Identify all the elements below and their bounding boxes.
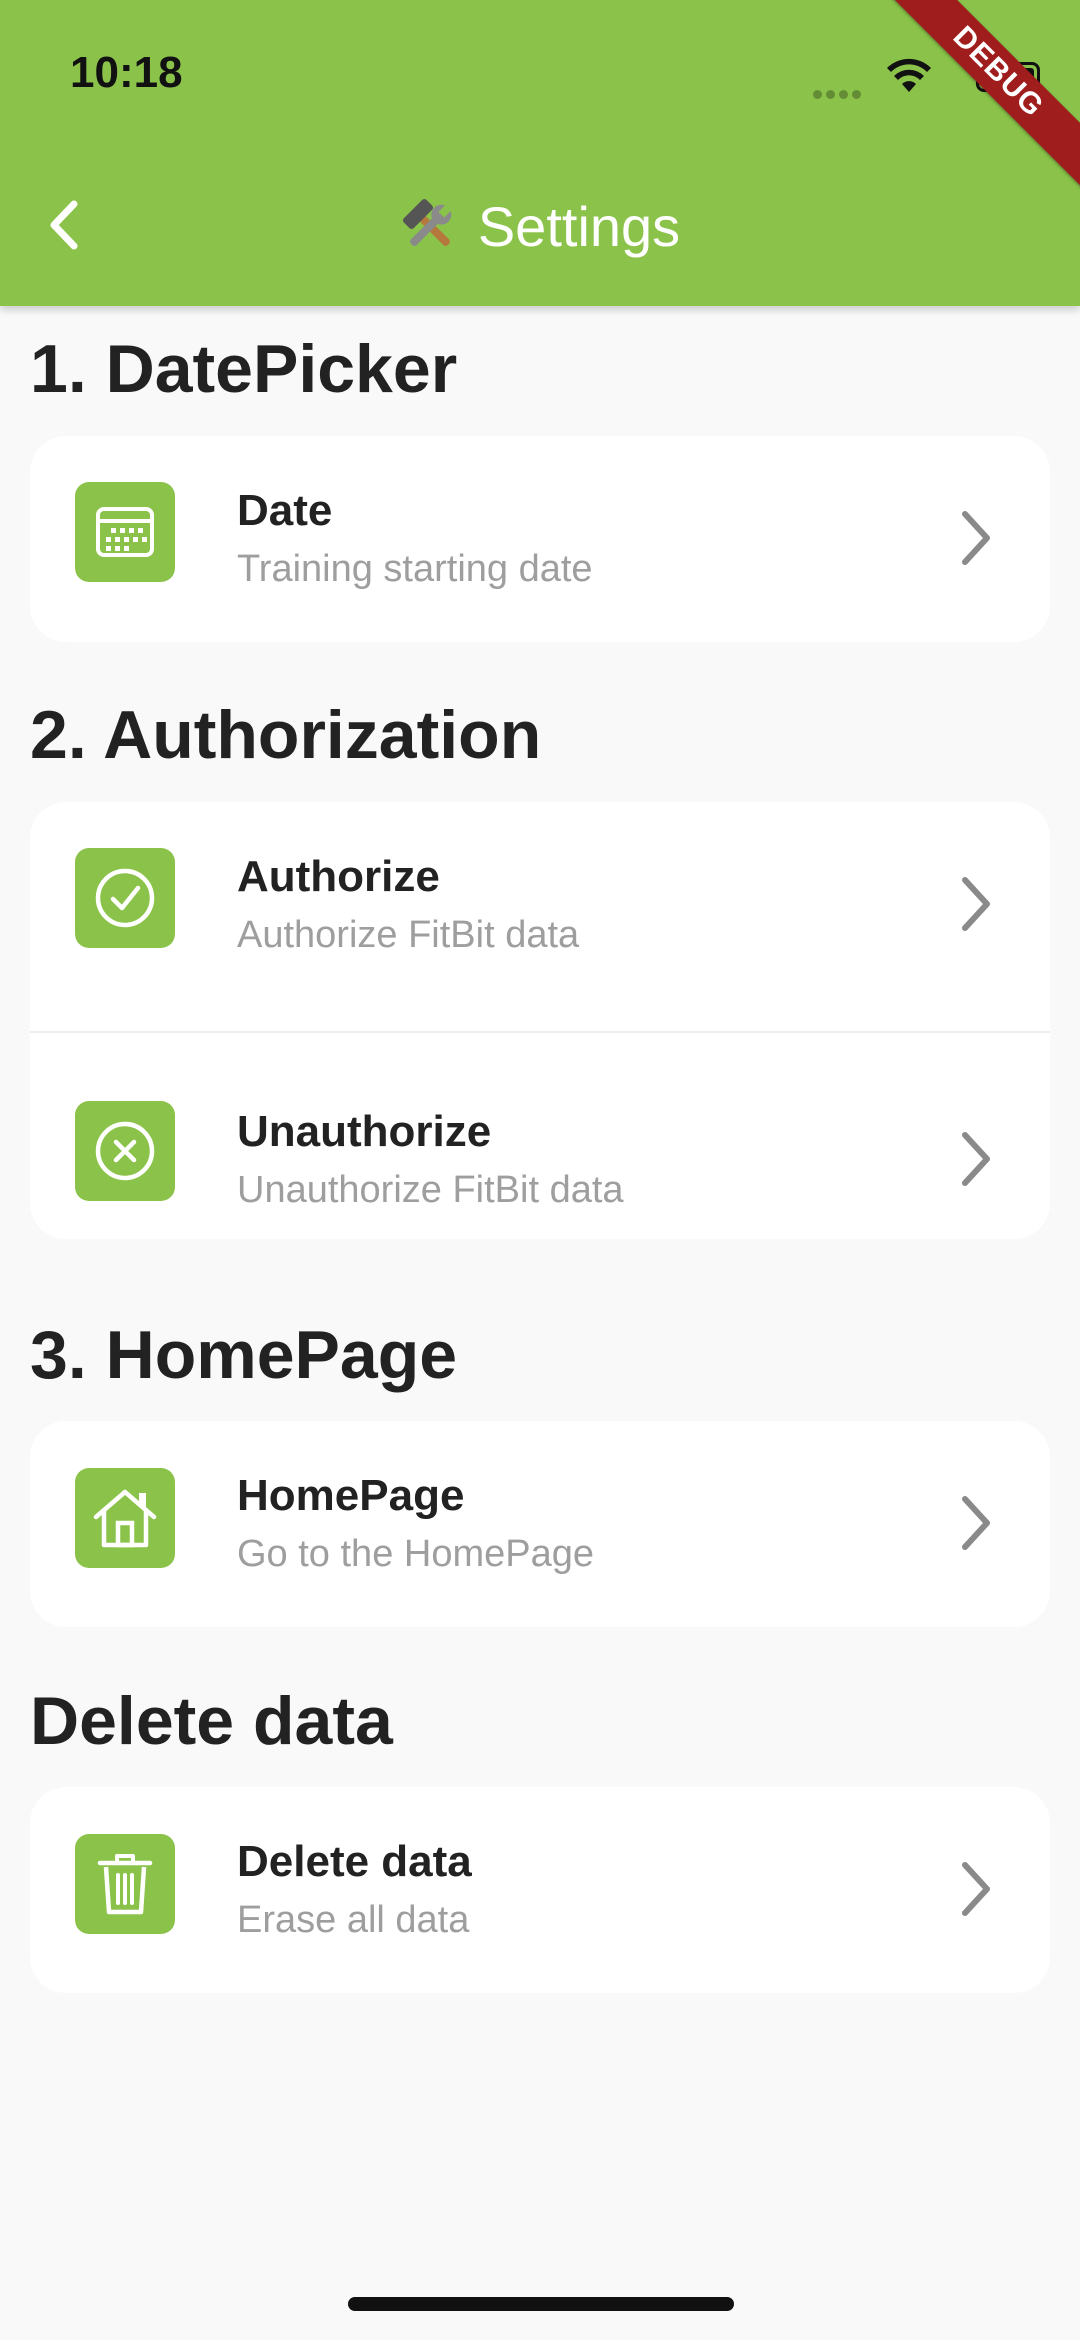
list-item-homepage[interactable]: HomePage Go to the HomePage (30, 1421, 1050, 1627)
home-icon (75, 1468, 175, 1568)
app-bar-title: Settings (0, 190, 1080, 262)
list-item-delete-data[interactable]: Delete data Erase all data (30, 1787, 1050, 1993)
section-heading-datepicker: 1. DatePicker (30, 331, 458, 407)
hammer-and-wrench-icon (402, 198, 453, 246)
row-title: HomePage (237, 1471, 465, 1520)
status-time: 10:18 (70, 48, 183, 97)
wifi-icon (887, 58, 931, 92)
row-subtitle: Erase all data (237, 1899, 470, 1941)
row-subtitle: Go to the HomePage (237, 1533, 594, 1575)
row-title: Unauthorize (237, 1107, 492, 1156)
home-indicator[interactable] (348, 2297, 734, 2311)
card-homepage: HomePage Go to the HomePage (30, 1421, 1050, 1627)
calendar-icon (75, 482, 175, 582)
cellular-signal-icon (813, 86, 865, 99)
section-heading-delete-data: Delete data (30, 1683, 393, 1759)
row-title: Delete data (237, 1837, 472, 1886)
row-subtitle: Unauthorize FitBit data (237, 1169, 624, 1211)
card-authorization: Authorize Authorize FitBit data Unauthor… (30, 802, 1050, 1239)
chevron-right-icon (962, 877, 990, 931)
list-item-authorize[interactable]: Authorize Authorize FitBit data (30, 802, 1050, 1033)
page-title: Settings (477, 194, 681, 258)
chevron-right-icon (962, 1132, 990, 1186)
chevron-right-icon (962, 1496, 990, 1550)
card-datepicker: Date Training starting date (30, 436, 1050, 642)
row-title: Authorize (237, 852, 440, 901)
x-circle-icon (75, 1101, 175, 1201)
row-subtitle: Authorize FitBit data (237, 914, 580, 956)
chevron-right-icon (962, 1862, 990, 1916)
check-circle-icon (75, 848, 175, 948)
debug-banner: DEBUG (876, 0, 1080, 194)
trash-icon (75, 1834, 175, 1934)
app-bar: 10:18 DEBUG Settings (0, 0, 1080, 306)
row-title: Date (237, 486, 333, 535)
settings-screen: 10:18 DEBUG Settings 1. DatePicker Date … (0, 0, 1080, 2340)
chevron-right-icon (962, 511, 990, 565)
section-heading-homepage: 3. HomePage (30, 1317, 458, 1393)
section-heading-authorization: 2. Authorization (30, 697, 542, 773)
list-item-unauthorize[interactable]: Unauthorize Unauthorize FitBit data (30, 1033, 1050, 1239)
list-item-date[interactable]: Date Training starting date (30, 436, 1050, 642)
row-subtitle: Training starting date (237, 548, 593, 590)
card-delete-data: Delete data Erase all data (30, 1787, 1050, 1993)
